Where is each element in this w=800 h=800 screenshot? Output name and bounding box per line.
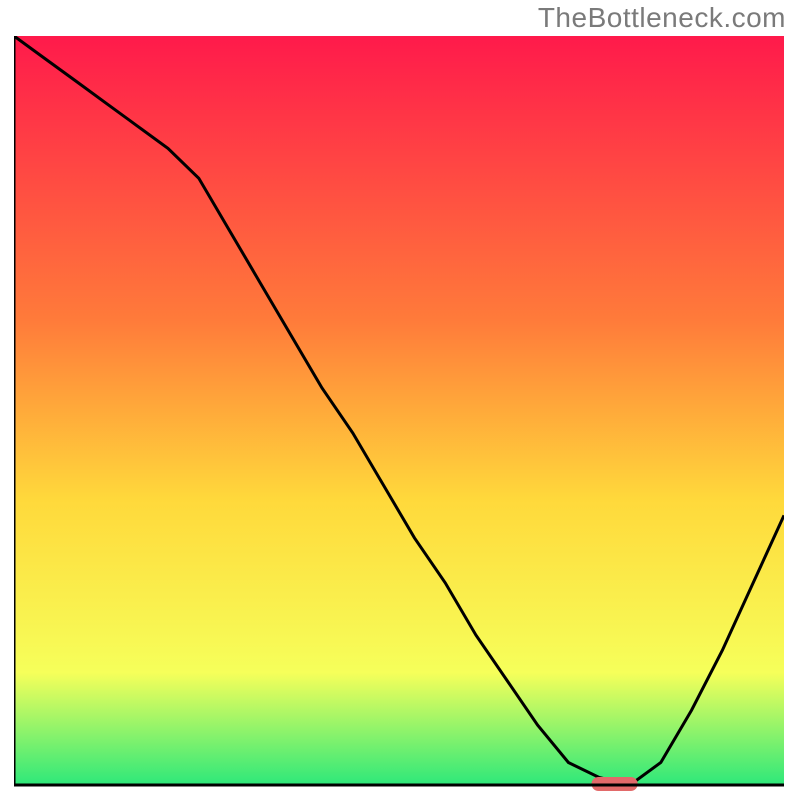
gradient-bg: [14, 36, 784, 785]
watermark-text: TheBottleneck.com: [538, 2, 786, 34]
bottleneck-chart: [14, 36, 784, 794]
chart-svg: [14, 36, 784, 794]
